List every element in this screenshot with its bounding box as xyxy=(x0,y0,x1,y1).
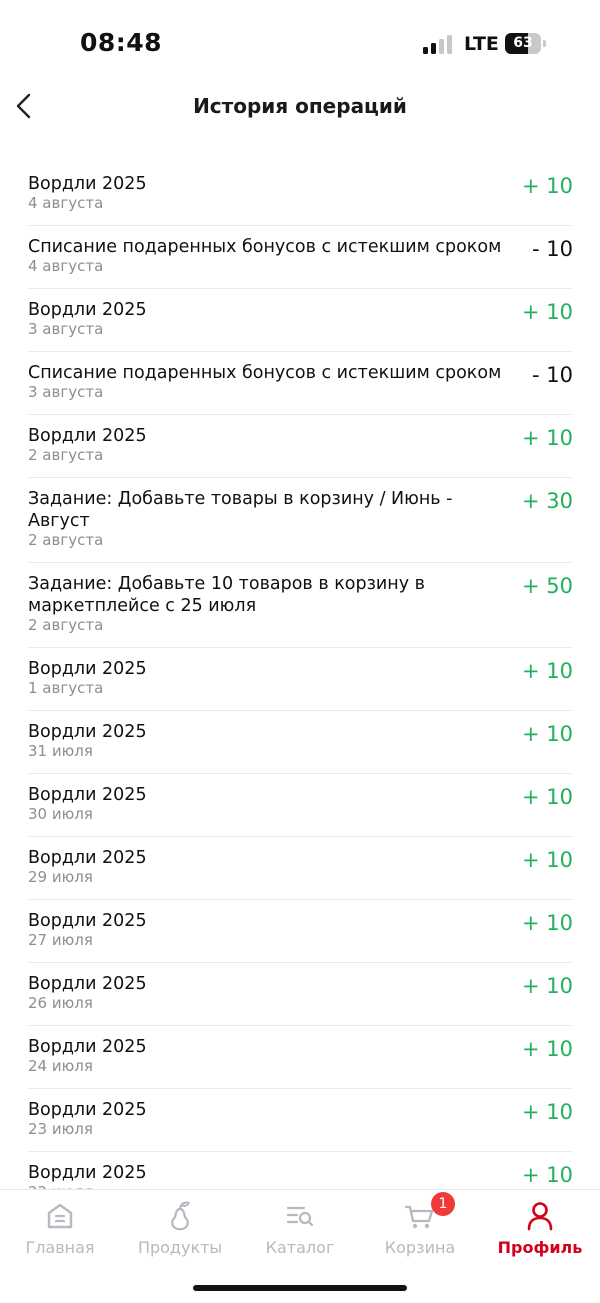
operation-date: 2 августа xyxy=(28,616,104,634)
operation-date: 2 августа xyxy=(28,531,104,549)
operation-row: Вордли 2025 30 июля + 10 xyxy=(28,774,573,837)
tab-profile[interactable]: Профиль xyxy=(480,1198,600,1262)
cart-badge: 1 xyxy=(431,1192,455,1216)
battery-icon: 63 xyxy=(505,33,546,54)
network-type: LTE xyxy=(464,33,499,55)
operation-amount: + 10 xyxy=(522,722,573,746)
tab-catalog-label: Каталог xyxy=(265,1238,335,1257)
operation-row: Вордли 2025 27 июля + 10 xyxy=(28,900,573,963)
home-indicator xyxy=(193,1285,407,1291)
operation-title: Вордли 2025 xyxy=(28,174,147,194)
operation-amount: + 10 xyxy=(522,174,573,198)
operation-date: 4 августа xyxy=(28,257,104,275)
operation-row: Вордли 2025 31 июля + 10 xyxy=(28,711,573,774)
operation-amount: + 10 xyxy=(522,848,573,872)
operation-date: 4 августа xyxy=(28,194,104,212)
operation-date: 24 июля xyxy=(28,1057,93,1075)
operation-title: Вордли 2025 xyxy=(28,1163,147,1183)
operation-row: Вордли 2025 4 августа + 10 xyxy=(28,163,573,226)
operation-date: 3 августа xyxy=(28,320,104,338)
operation-amount: + 10 xyxy=(522,911,573,935)
operation-amount: - 10 xyxy=(532,237,573,261)
operation-amount: + 10 xyxy=(522,659,573,683)
tab-products-label: Продукты xyxy=(137,1238,223,1257)
operation-amount: + 10 xyxy=(522,1037,573,1061)
page-title: История операций xyxy=(193,94,407,118)
operation-amount: + 30 xyxy=(522,489,573,513)
operation-amount: + 10 xyxy=(522,300,573,324)
tab-cart[interactable]: 1 Корзина xyxy=(360,1192,480,1262)
operation-title: Вордли 2025 xyxy=(28,1037,147,1057)
operation-title: Вордли 2025 xyxy=(28,911,147,931)
operations-list[interactable]: Вордли 2025 4 августа + 10 Списание подарен… xyxy=(28,163,573,1277)
operation-date: 1 августа xyxy=(28,679,104,697)
operation-title: Вордли 2025 xyxy=(28,722,147,742)
operation-row: Задание: Добавьте 10 товаров в корзину в… xyxy=(28,563,573,648)
operation-row: Задание: Добавьте товары в корзину / Июн… xyxy=(28,478,573,563)
operation-date: 23 июля xyxy=(28,1120,93,1138)
tab-products[interactable]: Продукты xyxy=(120,1198,240,1262)
operation-row: Вордли 2025 26 июля + 10 xyxy=(28,963,573,1026)
operation-title: Списание подаренных бонусов с истекшим с… xyxy=(28,363,502,383)
operation-amount: + 10 xyxy=(522,974,573,998)
operation-amount: + 10 xyxy=(522,785,573,809)
operation-row: Вордли 2025 23 июля + 10 xyxy=(28,1089,573,1152)
operation-row: Списание подаренных бонусов с истекшим с… xyxy=(28,226,573,289)
operation-title: Вордли 2025 xyxy=(28,785,147,805)
status-time: 08:48 xyxy=(80,28,163,57)
operation-amount: + 10 xyxy=(522,426,573,450)
operation-amount: + 50 xyxy=(522,574,573,598)
operation-date: 27 июля xyxy=(28,931,93,949)
operation-row: Вордли 2025 29 июля + 10 xyxy=(28,837,573,900)
operation-title: Задание: Добавьте 10 товаров в корзину в… xyxy=(28,574,425,616)
operation-row: Вордли 2025 24 июля + 10 xyxy=(28,1026,573,1089)
operation-row: Вордли 2025 3 августа + 10 xyxy=(28,289,573,352)
operation-date: 31 июля xyxy=(28,742,93,760)
operation-title: Вордли 2025 xyxy=(28,1100,147,1120)
tab-home-label: Главная xyxy=(25,1238,95,1257)
tab-bar: Главная Продукты Каталог 1 Корзина Профи… xyxy=(0,1189,600,1303)
home-icon xyxy=(47,1203,73,1229)
operation-amount: + 10 xyxy=(522,1163,573,1187)
tab-catalog[interactable]: Каталог xyxy=(240,1198,360,1262)
operation-date: 26 июля xyxy=(28,994,93,1012)
status-bar: 08:48 LTE 63 xyxy=(0,0,600,90)
operation-title: Задание: Добавьте товары в корзину / Июн… xyxy=(28,489,453,531)
operation-title: Вордли 2025 xyxy=(28,659,147,679)
tab-cart-label: Корзина xyxy=(384,1238,456,1257)
nav-header: История операций xyxy=(0,80,600,136)
operation-date: 30 июля xyxy=(28,805,93,823)
tab-profile-label: Профиль xyxy=(497,1238,583,1257)
operation-row: Списание подаренных бонусов с истекшим с… xyxy=(28,352,573,415)
operation-title: Вордли 2025 xyxy=(28,426,147,446)
operation-date: 3 августа xyxy=(28,383,104,401)
operation-amount: + 10 xyxy=(522,1100,573,1124)
operation-row: Вордли 2025 1 августа + 10 xyxy=(28,648,573,711)
catalog-search-icon xyxy=(286,1206,314,1227)
battery-percent: 63 xyxy=(513,35,533,51)
profile-icon xyxy=(527,1202,553,1231)
operation-row: Вордли 2025 2 августа + 10 xyxy=(28,415,573,478)
operation-title: Вордли 2025 xyxy=(28,300,147,320)
tab-home[interactable]: Главная xyxy=(0,1198,120,1262)
signal-icon xyxy=(423,34,453,54)
pear-icon xyxy=(171,1201,191,1231)
operation-date: 29 июля xyxy=(28,868,93,886)
operation-title: Вордли 2025 xyxy=(28,848,147,868)
operation-amount: - 10 xyxy=(532,363,573,387)
operation-date: 2 августа xyxy=(28,446,104,464)
operation-title: Вордли 2025 xyxy=(28,974,147,994)
operation-title: Списание подаренных бонусов с истекшим с… xyxy=(28,237,502,257)
